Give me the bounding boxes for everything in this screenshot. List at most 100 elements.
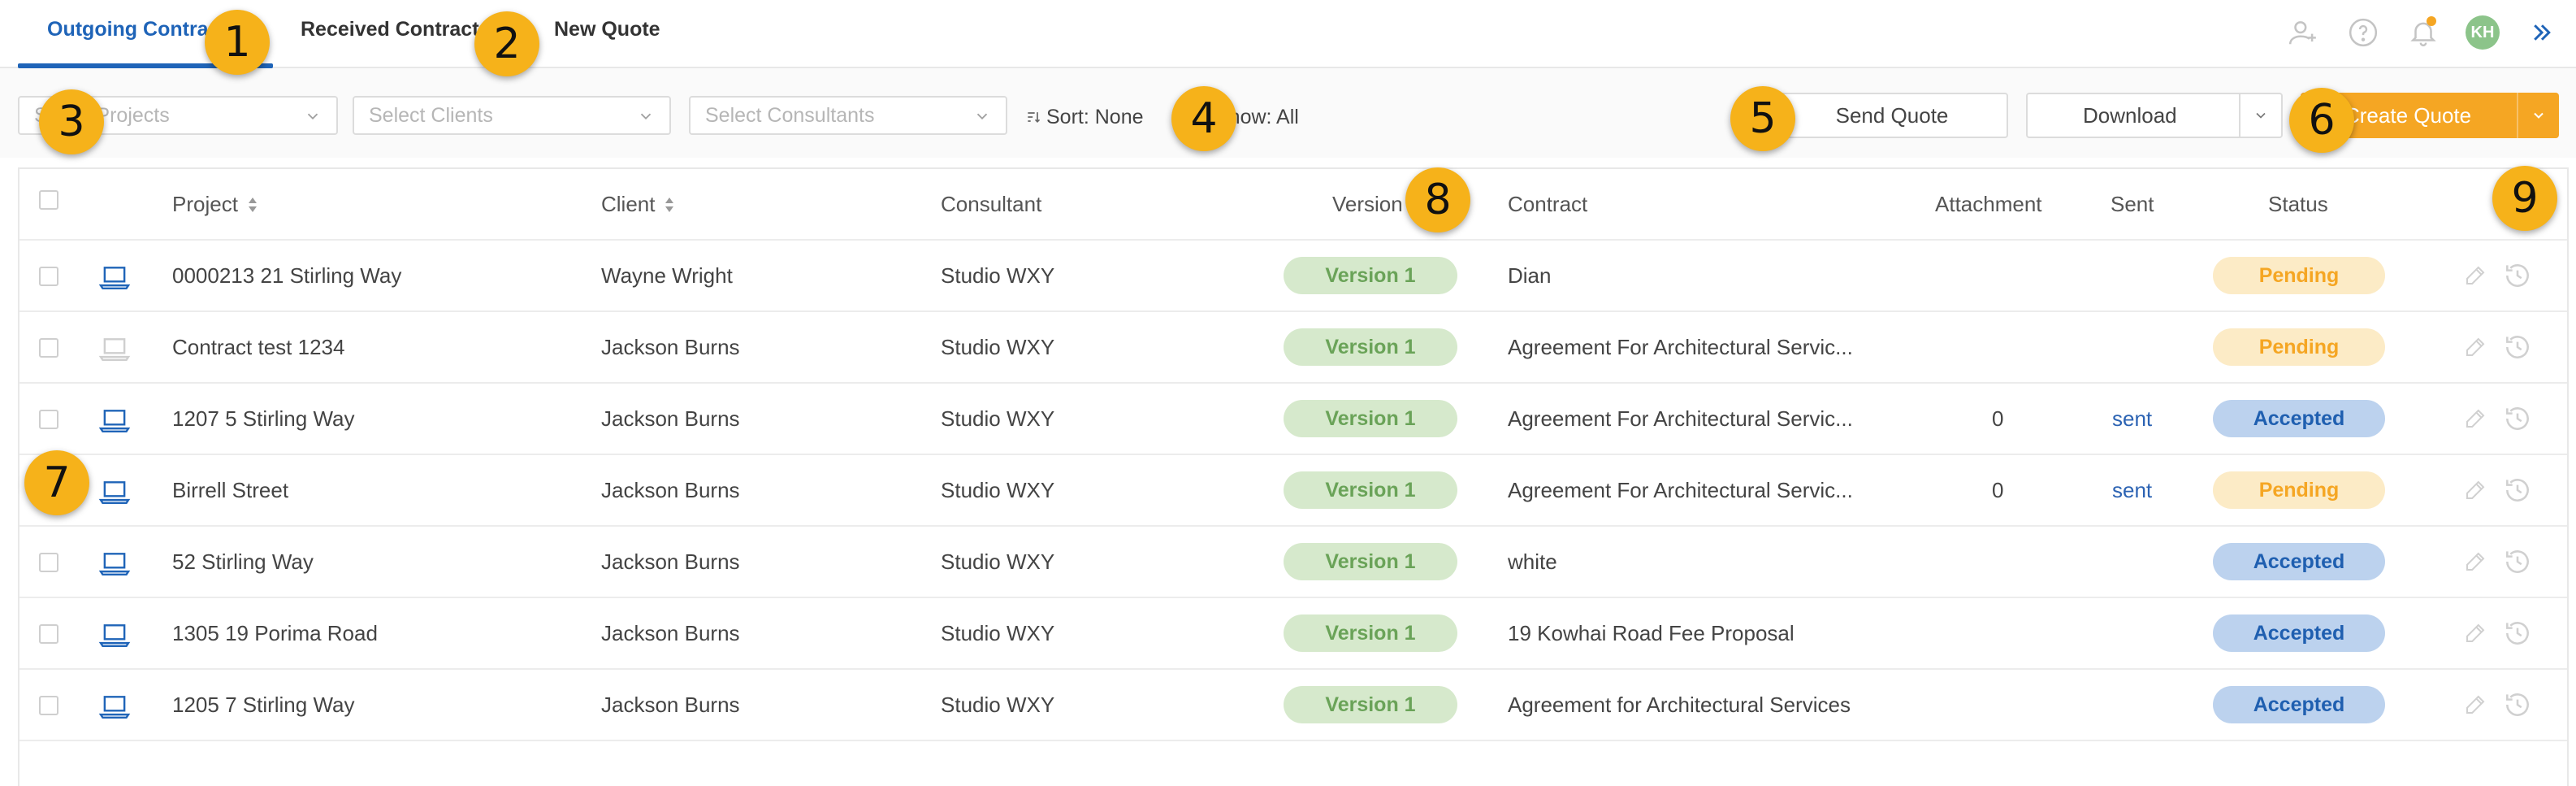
history-icon[interactable] — [2502, 546, 2533, 577]
table-row[interactable]: Contract test 1234 Jackson Burns Studio WX… — [19, 312, 2567, 384]
user-avatar[interactable]: KH — [2466, 15, 2500, 50]
laptop-icon[interactable] — [97, 619, 132, 647]
edit-pencil-icon[interactable] — [2463, 621, 2487, 645]
row-checkbox[interactable] — [39, 624, 58, 644]
chevron-down-icon — [307, 113, 318, 120]
edit-pencil-icon[interactable] — [2463, 549, 2487, 574]
client-cell: Jackson Burns — [601, 621, 740, 645]
version-badge[interactable]: Version 1 — [1284, 471, 1457, 509]
table-row[interactable]: 1205 7 Stirling Way Jackson Burns Studio W… — [19, 670, 2567, 741]
row-checkbox[interactable] — [39, 696, 58, 715]
contract-cell[interactable]: Agreement For Architectural Servic... — [1508, 406, 1853, 432]
select-all-checkbox[interactable] — [39, 190, 58, 210]
laptop-icon[interactable] — [97, 405, 132, 432]
client-header-label: Client — [601, 192, 656, 216]
consultant-cell: Studio WXY — [941, 621, 1055, 645]
client-cell: Jackson Burns — [601, 478, 740, 502]
table-row[interactable]: 1207 5 Stirling Way Jackson Burns Studio W… — [19, 384, 2567, 455]
annotation-badge-6: 6 — [2289, 88, 2354, 153]
project-cell[interactable]: 1205 7 Stirling Way — [172, 693, 354, 718]
chevron-down-icon — [2256, 112, 2266, 119]
column-header-sent: Sent — [2111, 192, 2154, 216]
clients-select[interactable]: Select Clients — [353, 96, 671, 135]
laptop-icon[interactable] — [97, 476, 132, 504]
laptop-icon[interactable] — [97, 548, 132, 575]
annotation-badge-3: 3 — [39, 89, 104, 154]
project-cell[interactable]: Contract test 1234 — [172, 335, 344, 360]
sort-control[interactable]: Sort: None — [1025, 106, 1144, 129]
row-checkbox[interactable] — [39, 338, 58, 358]
edit-pencil-icon[interactable] — [2463, 406, 2487, 431]
row-checkbox[interactable] — [39, 267, 58, 286]
client-cell: Jackson Burns — [601, 406, 740, 431]
annotation-badge-7: 7 — [24, 450, 89, 515]
consultant-cell: Studio WXY — [941, 693, 1055, 717]
version-badge[interactable]: Version 1 — [1284, 543, 1457, 580]
sent-cell[interactable]: sent — [2112, 406, 2152, 432]
download-dropdown-toggle[interactable] — [2239, 94, 2281, 137]
consultant-cell: Studio WXY — [941, 478, 1055, 502]
contract-cell[interactable]: 19 Kowhai Road Fee Proposal — [1508, 621, 1795, 646]
annotation-badge-5: 5 — [1730, 86, 1795, 151]
expand-panel-icon[interactable] — [2524, 15, 2560, 50]
row-checkbox[interactable] — [39, 553, 58, 572]
version-badge[interactable]: Version 1 — [1284, 257, 1457, 294]
notification-bell-icon[interactable] — [2405, 15, 2441, 50]
laptop-icon[interactable] — [97, 333, 132, 361]
sent-cell[interactable]: sent — [2112, 478, 2152, 503]
contract-cell[interactable]: Agreement For Architectural Servic... — [1508, 335, 1853, 360]
contract-cell[interactable]: Agreement For Architectural Servic... — [1508, 478, 1853, 503]
laptop-icon[interactable] — [97, 262, 132, 289]
consultant-cell: Studio WXY — [941, 549, 1055, 574]
edit-pencil-icon[interactable] — [2463, 263, 2487, 288]
help-icon[interactable] — [2345, 15, 2381, 50]
column-header-client[interactable]: Client — [601, 192, 676, 217]
consultants-select-placeholder: Select Consultants — [705, 104, 875, 127]
attachment-cell: 0 — [1992, 478, 2004, 502]
consultants-select[interactable]: Select Consultants — [689, 96, 1007, 135]
laptop-icon[interactable] — [97, 691, 132, 719]
history-icon[interactable] — [2502, 332, 2533, 363]
project-cell[interactable]: 52 Stirling Way — [172, 549, 314, 575]
project-cell[interactable]: 0000213 21 Stirling Way — [172, 263, 401, 289]
history-icon[interactable] — [2502, 475, 2533, 506]
tab-new-quote[interactable]: New Quote — [554, 18, 660, 41]
create-quote-label: Create Quote — [2344, 103, 2472, 128]
project-cell[interactable]: 1305 19 Porima Road — [172, 621, 378, 646]
tab-received-contracts[interactable]: Received Contracts — [301, 18, 490, 41]
table-row[interactable]: 52 Stirling Way Jackson Burns Studio WXY Ve… — [19, 527, 2567, 598]
table-row[interactable]: Birrell Street Jackson Burns Studio WXY Ver… — [19, 455, 2567, 527]
column-header-project[interactable]: Project — [172, 192, 259, 217]
create-quote-dropdown-toggle[interactable] — [2517, 93, 2559, 138]
table-row[interactable]: 0000213 21 Stirling Way Wayne Wright Studi… — [19, 241, 2567, 312]
send-quote-button[interactable]: Send Quote — [1776, 93, 2008, 138]
sort-arrows-icon — [665, 197, 674, 212]
history-icon[interactable] — [2502, 403, 2533, 434]
download-button[interactable]: Download — [2026, 93, 2283, 138]
consultant-cell: Studio WXY — [941, 335, 1055, 359]
project-cell[interactable]: 1207 5 Stirling Way — [172, 406, 354, 432]
client-cell: Jackson Burns — [601, 549, 740, 574]
version-badge[interactable]: Version 1 — [1284, 400, 1457, 437]
contract-cell[interactable]: white — [1508, 549, 1557, 575]
row-checkbox[interactable] — [39, 410, 58, 429]
edit-pencil-icon[interactable] — [2463, 478, 2487, 502]
attachment-cell: 0 — [1992, 406, 2004, 431]
contract-cell[interactable]: Dian — [1508, 263, 1551, 289]
version-badge[interactable]: Version 1 — [1284, 686, 1457, 723]
contract-cell[interactable]: Agreement for Architectural Services — [1508, 693, 1851, 718]
history-icon[interactable] — [2502, 618, 2533, 649]
version-badge[interactable]: Version 1 — [1284, 614, 1457, 652]
history-icon[interactable] — [2502, 689, 2533, 720]
client-cell: Jackson Burns — [601, 335, 740, 359]
edit-pencil-icon[interactable] — [2463, 693, 2487, 717]
history-icon[interactable] — [2502, 260, 2533, 291]
edit-pencil-icon[interactable] — [2463, 335, 2487, 359]
table-row[interactable]: 1305 19 Porima Road Jackson Burns Studio W… — [19, 598, 2567, 670]
column-header-contract: Contract — [1508, 192, 1588, 216]
version-badge[interactable]: Version 1 — [1284, 328, 1457, 366]
project-cell[interactable]: Birrell Street — [172, 478, 288, 503]
add-user-icon[interactable] — [2285, 15, 2321, 50]
annotation-badge-2: 2 — [474, 11, 539, 76]
annotation-badge-1: 1 — [205, 10, 270, 75]
